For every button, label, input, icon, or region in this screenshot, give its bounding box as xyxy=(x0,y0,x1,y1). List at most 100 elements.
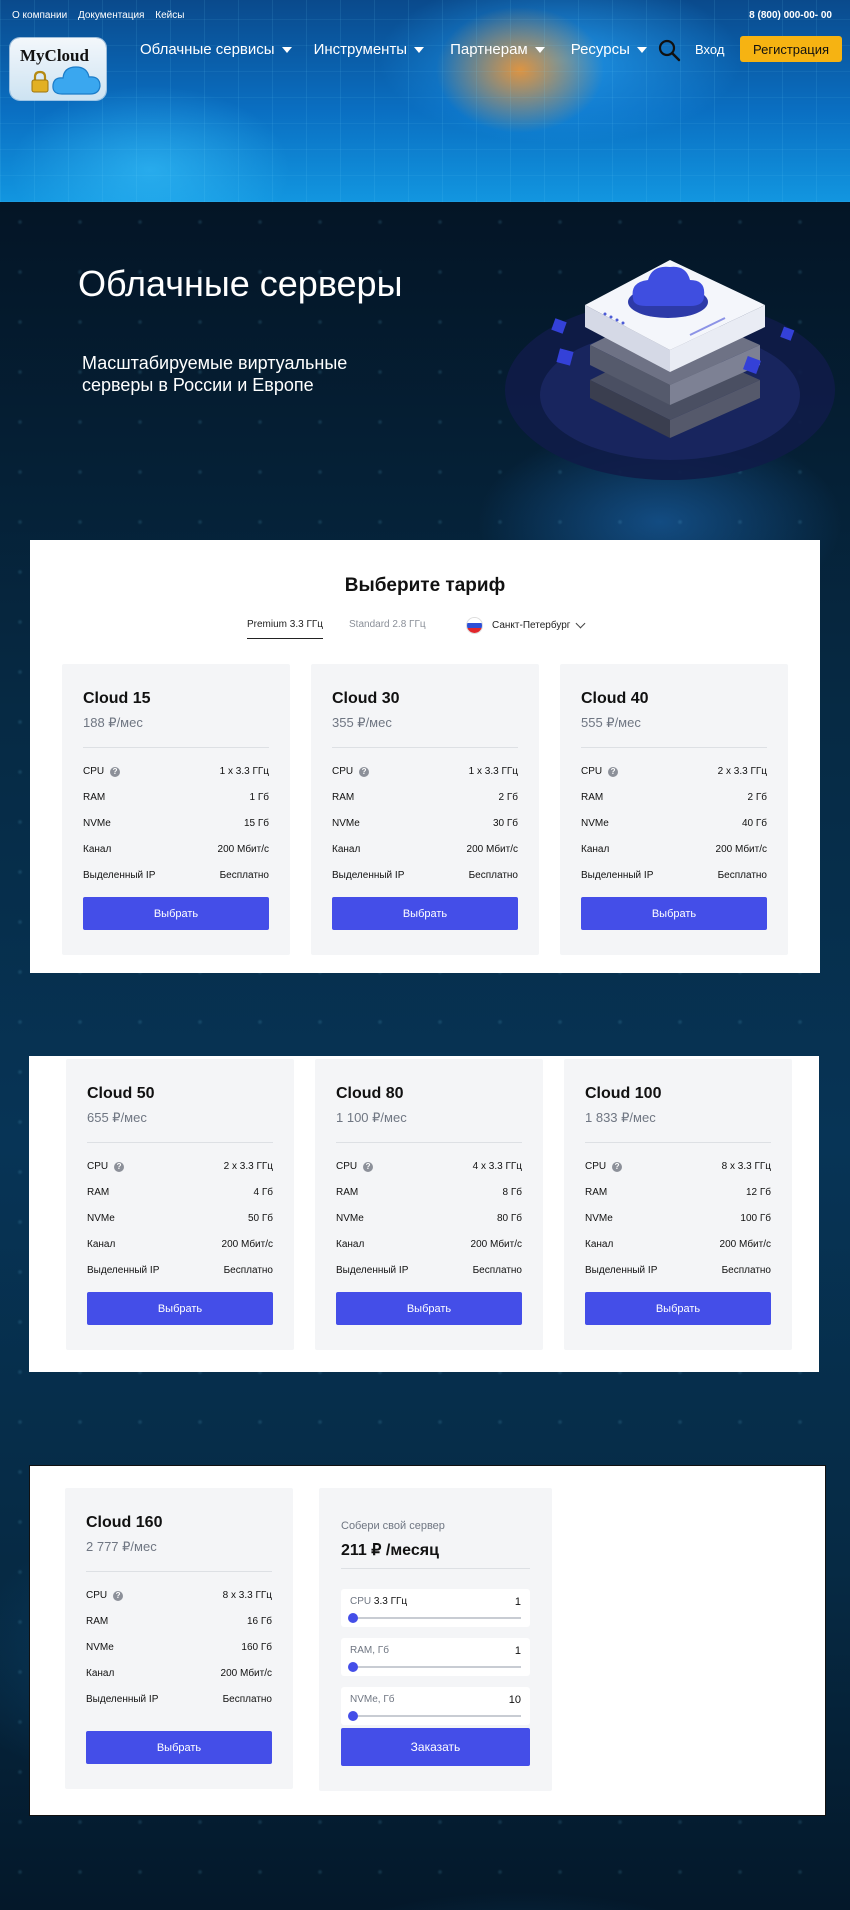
help-icon[interactable]: ? xyxy=(363,1161,374,1172)
spec-label: Канал xyxy=(87,1239,116,1250)
cpu-slider[interactable]: CPU 3.3 ГГц 1 xyxy=(341,1589,530,1627)
spec-nvme: NVMe 160 Гб xyxy=(86,1642,272,1658)
spec-value: 2 Гб xyxy=(747,792,767,803)
plan-card: Cloud 15 188 ₽/мес CPU? 1 x 3.3 ГГц RAM … xyxy=(62,664,290,955)
plan-name: Cloud 50 xyxy=(87,1085,155,1102)
cases-link[interactable]: Кейсы xyxy=(155,10,184,21)
plan-card: Cloud 160 2 777 ₽/мес CPU? 8 x 3.3 ГГц R… xyxy=(65,1488,293,1789)
plan-name: Cloud 100 xyxy=(585,1085,662,1102)
top-links: О компании Документация Кейсы xyxy=(12,10,192,21)
spec-value: 16 Гб xyxy=(246,1616,272,1627)
spec-value: 200 Мбит/с xyxy=(221,1239,273,1250)
spec-value: 15 Гб xyxy=(243,818,269,829)
spec-label: Выделенный IP xyxy=(585,1265,658,1276)
divider xyxy=(87,1142,273,1143)
search-icon[interactable] xyxy=(657,38,681,62)
docs-link[interactable]: Документация xyxy=(78,10,145,21)
plan-price: 188 ₽/мес xyxy=(83,715,143,730)
spec-label: NVMe xyxy=(87,1213,115,1224)
spec-channel: Канал 200 Мбит/с xyxy=(83,844,269,860)
spec-label: RAM xyxy=(86,1616,109,1627)
order-button[interactable]: Заказать xyxy=(341,1728,530,1766)
spec-ram: RAM 12 Гб xyxy=(585,1187,771,1203)
header-banner xyxy=(0,0,850,202)
nav-label: Инструменты xyxy=(313,41,408,58)
spec-nvme: NVMe 100 Гб xyxy=(585,1213,771,1229)
builder-label: Собери свой сервер xyxy=(341,1520,445,1532)
spec-label: RAM xyxy=(332,792,355,803)
help-icon[interactable]: ? xyxy=(359,766,370,777)
slider-track[interactable] xyxy=(348,1711,521,1721)
spec-nvme: NVMe 50 Гб xyxy=(87,1213,273,1229)
spec-value: 80 Гб xyxy=(496,1213,522,1224)
login-link[interactable]: Вход xyxy=(695,42,724,57)
tab-standard[interactable]: Standard 2.8 ГГц xyxy=(349,619,426,630)
spec-nvme: NVMe 40 Гб xyxy=(581,818,767,834)
slider-thumb[interactable] xyxy=(348,1711,358,1721)
location-select[interactable]: Санкт-Петербург xyxy=(467,618,586,633)
caret-down-icon xyxy=(534,46,545,53)
spec-label: Канал xyxy=(581,844,610,855)
select-plan-button[interactable]: Выбрать xyxy=(87,1292,273,1325)
help-icon[interactable]: ? xyxy=(113,1590,124,1601)
select-plan-button[interactable]: Выбрать xyxy=(83,897,269,930)
help-icon[interactable]: ? xyxy=(110,766,121,777)
nvme-slider[interactable]: NVMe, Гб 10 xyxy=(341,1687,530,1725)
select-plan-button[interactable]: Выбрать xyxy=(332,897,518,930)
nav-resources[interactable]: Ресурсы xyxy=(571,41,647,58)
spec-value: 200 Мбит/с xyxy=(719,1239,771,1250)
phone-number[interactable]: 8 (800) 000-00- 00 xyxy=(749,10,832,21)
help-icon[interactable]: ? xyxy=(608,766,619,777)
spec-channel: Канал 200 Мбит/с xyxy=(585,1239,771,1255)
help-icon[interactable]: ? xyxy=(114,1161,125,1172)
spec-value: 2 x 3.3 ГГц xyxy=(717,766,767,777)
plan-price: 2 777 ₽/мес xyxy=(86,1539,157,1554)
spec-label: Выделенный IP xyxy=(86,1694,159,1705)
nav-tools[interactable]: Инструменты xyxy=(314,41,425,58)
spec-value: Бесплатно xyxy=(222,1694,272,1705)
ram-slider[interactable]: RAM, Гб 1 xyxy=(341,1638,530,1676)
spec-cpu: CPU? 4 x 3.3 ГГц xyxy=(336,1161,522,1177)
nav-partners[interactable]: Партнерам xyxy=(450,41,545,58)
spec-ram: RAM 8 Гб xyxy=(336,1187,522,1203)
spec-value: Бесплатно xyxy=(472,1265,522,1276)
spec-nvme: NVMe 30 Гб xyxy=(332,818,518,834)
nav-cloud-services[interactable]: Облачные сервисы xyxy=(140,41,292,58)
select-plan-button[interactable]: Выбрать xyxy=(86,1731,272,1764)
select-plan-button[interactable]: Выбрать xyxy=(336,1292,522,1325)
spec-nvme: NVMe 15 Гб xyxy=(83,818,269,834)
spec-cpu: CPU? 2 x 3.3 ГГц xyxy=(581,766,767,782)
spec-cpu: CPU? 1 x 3.3 ГГц xyxy=(83,766,269,782)
divider xyxy=(585,1142,771,1143)
spec-value: 2 Гб xyxy=(498,792,518,803)
help-icon[interactable]: ? xyxy=(612,1161,623,1172)
about-link[interactable]: О компании xyxy=(12,10,67,21)
spec-value: 12 Гб xyxy=(745,1187,771,1198)
logo[interactable]: MyCloud xyxy=(10,38,106,100)
select-plan-button[interactable]: Выбрать xyxy=(585,1292,771,1325)
register-button[interactable]: Регистрация xyxy=(740,36,842,62)
spec-value: 4 Гб xyxy=(253,1187,273,1198)
spec-label: Канал xyxy=(336,1239,365,1250)
slider-track[interactable] xyxy=(348,1613,521,1623)
slider-thumb[interactable] xyxy=(348,1662,358,1672)
russia-flag-icon xyxy=(467,618,482,633)
spec-label: RAM xyxy=(87,1187,110,1198)
select-plan-button[interactable]: Выбрать xyxy=(581,897,767,930)
tab-premium[interactable]: Premium 3.3 ГГц xyxy=(247,619,324,639)
main-nav: Облачные сервисы Инструменты Партнерам Р… xyxy=(140,41,669,58)
divider xyxy=(332,747,518,748)
spec-value: 1 Гб xyxy=(249,792,269,803)
slider-track[interactable] xyxy=(348,1662,521,1672)
spec-value: Бесплатно xyxy=(717,870,767,881)
slider-thumb[interactable] xyxy=(348,1613,358,1623)
slider-value: 1 xyxy=(514,1645,521,1657)
spec-value: 8 x 3.3 ГГц xyxy=(721,1161,771,1172)
spec-label: CPU xyxy=(581,766,603,777)
slider-value: 10 xyxy=(508,1694,521,1706)
spec-value: Бесплатно xyxy=(219,870,269,881)
caret-down-icon xyxy=(636,46,647,53)
spec-value: 4 x 3.3 ГГц xyxy=(472,1161,522,1172)
spec-label: RAM xyxy=(336,1187,359,1198)
chevron-down-icon xyxy=(575,618,586,629)
